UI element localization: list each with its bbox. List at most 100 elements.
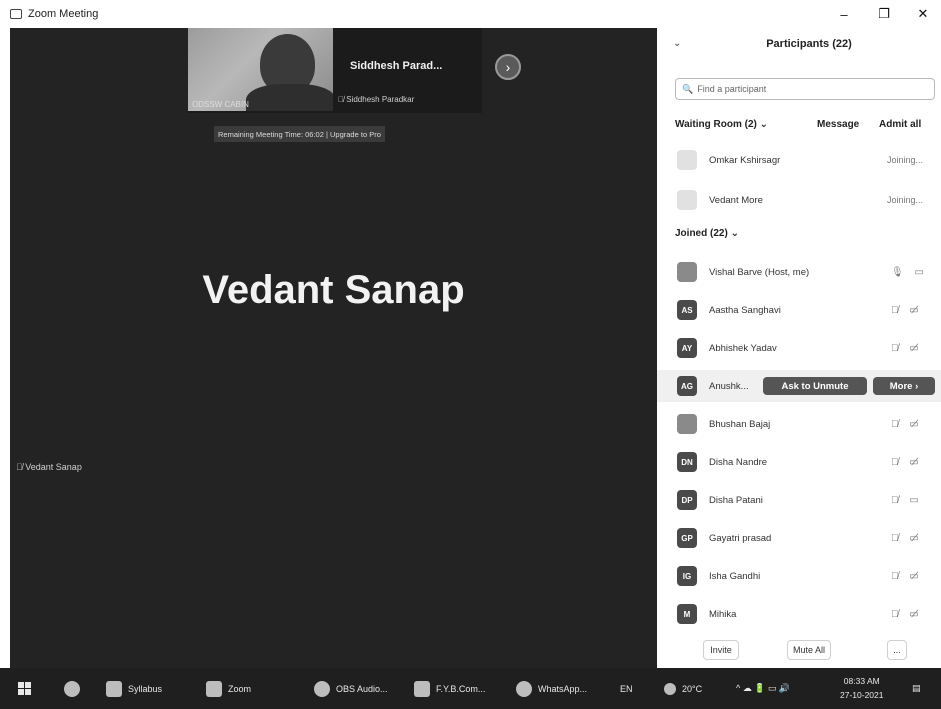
avatar: AS: [677, 300, 697, 320]
participant-name: Aastha Sanghavi: [709, 304, 781, 316]
participant-row[interactable]: Vishal Barve (Host, me) 🎙 ▭: [657, 256, 941, 288]
participant-name: Omkar Kshirsagr: [709, 154, 781, 166]
participant-row[interactable]: AS Aastha Sanghavi 🎙̸ ▭̸: [657, 294, 941, 326]
search-icon: 🔍: [682, 83, 694, 94]
participant-row[interactable]: AG Anushk... Ask to Unmute More ›: [657, 370, 941, 402]
admit-all-button[interactable]: Admit all: [879, 119, 921, 130]
avatar: [677, 190, 697, 210]
avatar: M: [677, 604, 697, 624]
panel-title: Participants (22): [766, 38, 852, 50]
joining-status: Joining...: [887, 155, 924, 165]
taskbar-item-zoom[interactable]: Zoom: [206, 668, 251, 709]
mic-video-icons: 🎙̸ ▭: [891, 494, 923, 506]
participant-name: Vedant More: [709, 194, 763, 206]
chevron-down-icon: ⌄: [730, 228, 739, 239]
waiting-participant-row[interactable]: Omkar Kshirsagr Joining...: [657, 144, 941, 176]
weather-icon: [664, 682, 676, 695]
video-area[interactable]: ODSSW CABIN Siddhesh Parad... 🎙̸ Siddhes…: [10, 28, 657, 668]
participant-row[interactable]: Bhushan Bajaj 🎙̸ ▭̸: [657, 408, 941, 440]
avatar: GP: [677, 528, 697, 548]
video-thumbnail[interactable]: ODSSW CABIN Siddhesh Parad... 🎙̸ Siddhes…: [188, 28, 482, 113]
language-indicator[interactable]: EN: [620, 668, 633, 709]
mic-video-icons: 🎙̸ ▭̸: [891, 608, 923, 620]
taskbar-item-syllabus[interactable]: Syllabus: [106, 668, 162, 709]
avatar: IG: [677, 566, 697, 586]
browser-icon[interactable]: [64, 668, 86, 709]
speaker-label: 🎙̸ Vedant Sanap: [16, 462, 82, 472]
taskbar-item-word[interactable]: F.Y.B.Com...: [414, 668, 485, 709]
invite-button[interactable]: Invite: [703, 640, 739, 660]
participants-panel: ⌄ Participants (22) 🔍 Find a participant…: [657, 28, 941, 668]
participant-video: ODSSW CABIN: [188, 28, 333, 111]
mic-video-icons: 🎙̸ ▭̸: [891, 456, 923, 468]
mic-video-icons: 🎙̸ ▭̸: [891, 342, 923, 354]
remaining-time-banner[interactable]: Remaining Meeting Time: 06:02 | Upgrade …: [214, 126, 385, 142]
mic-video-icons: 🎙 ▭: [891, 266, 928, 278]
avatar: [677, 262, 697, 282]
zoom-icon: [206, 680, 222, 697]
chevron-right-icon: ›: [505, 59, 511, 75]
mic-video-icons: 🎙̸ ▭̸: [891, 570, 923, 582]
next-page-button[interactable]: ›: [495, 54, 521, 80]
avatar: AG: [677, 376, 697, 396]
participant-row[interactable]: IG Isha Gandhi 🎙̸ ▭̸: [657, 560, 941, 592]
thumbnail-muted-label: 🎙̸ Siddhesh Paradkar: [338, 95, 415, 104]
more-button[interactable]: More ›: [873, 377, 935, 395]
panel-footer: Invite Mute All ...: [657, 632, 941, 668]
minimize-button[interactable]: –: [826, 0, 862, 28]
ask-to-unmute-button[interactable]: Ask to Unmute: [763, 377, 867, 395]
participant-row[interactable]: AY Abhishek Yadav 🎙̸ ▭̸: [657, 332, 941, 364]
thumbnail-name: Siddhesh Parad...: [350, 60, 443, 72]
mic-muted-icon: 🎙̸: [338, 95, 344, 104]
participant-row[interactable]: DN Disha Nandre 🎙̸ ▭̸: [657, 446, 941, 478]
word-icon: [414, 680, 430, 697]
waiting-room-title[interactable]: Waiting Room (2) ⌄: [675, 119, 768, 130]
joining-status: Joining...: [887, 195, 924, 205]
mic-video-icons: 🎙̸ ▭̸: [891, 532, 923, 544]
participant-name: Anushk...: [709, 380, 749, 392]
document-icon: [106, 680, 122, 697]
mic-muted-icon: 🎙̸: [16, 462, 23, 472]
participant-row[interactable]: GP Gayatri prasad 🎙̸ ▭̸: [657, 522, 941, 554]
avatar: DP: [677, 490, 697, 510]
participant-name: Disha Nandre: [709, 456, 768, 468]
system-tray-icons[interactable]: ^ ☁ 🔋 ▭ 🔊: [736, 668, 790, 709]
chevron-down-icon: ⌄: [759, 119, 769, 130]
window-title: Zoom Meeting: [28, 8, 99, 20]
obs-icon: [314, 680, 330, 697]
participant-name: Isha Gandhi: [709, 570, 761, 582]
title-bar: Zoom Meeting – ❐ ✕: [0, 0, 941, 28]
participant-name: Disha Patani: [709, 494, 763, 506]
windows-start-icon[interactable]: [18, 668, 31, 709]
mic-video-icons: 🎙̸ ▭̸: [891, 304, 923, 316]
clock[interactable]: 08:33 AM 27-10-2021: [840, 674, 883, 702]
avatar: DN: [677, 452, 697, 472]
active-speaker-name: Vedant Sanap: [202, 268, 465, 312]
avatar: AY: [677, 338, 697, 358]
close-button[interactable]: ✕: [905, 0, 941, 28]
more-options-button[interactable]: ...: [887, 640, 907, 660]
participant-name: Vishal Barve (Host, me): [709, 266, 810, 278]
joined-header[interactable]: Joined (22) ⌄: [675, 228, 739, 239]
avatar: [677, 150, 697, 170]
participant-name: Gayatri prasad: [709, 532, 772, 544]
mic-video-icons: 🎙̸ ▭̸: [891, 418, 923, 430]
taskbar: Syllabus Zoom OBS Audio... F.Y.B.Com... …: [0, 668, 941, 709]
waiting-participant-row[interactable]: Vedant More Joining...: [657, 184, 941, 216]
participant-row[interactable]: M Mihika 🎙̸ ▭̸: [657, 598, 941, 630]
participant-row[interactable]: DP Disha Patani 🎙̸ ▭: [657, 484, 941, 516]
mute-all-button[interactable]: Mute All: [787, 640, 831, 660]
participant-name: Mihika: [709, 608, 737, 620]
participant-name: Bhushan Bajaj: [709, 418, 771, 430]
maximize-button[interactable]: ❐: [866, 0, 902, 28]
panel-header: ⌄ Participants (22): [657, 28, 941, 62]
participant-search-input[interactable]: 🔍 Find a participant: [675, 78, 935, 100]
waiting-room-header: Waiting Room (2) ⌄ Message Admit all: [657, 116, 941, 136]
notification-icon[interactable]: ▤: [912, 668, 921, 709]
message-button[interactable]: Message: [817, 119, 859, 130]
taskbar-item-obs[interactable]: OBS Audio...: [314, 668, 388, 709]
participant-name: Abhishek Yadav: [709, 342, 777, 354]
weather-widget[interactable]: 20°C: [664, 668, 702, 709]
taskbar-item-whatsapp[interactable]: WhatsApp...: [516, 668, 587, 709]
zoom-app-icon: [10, 9, 22, 19]
